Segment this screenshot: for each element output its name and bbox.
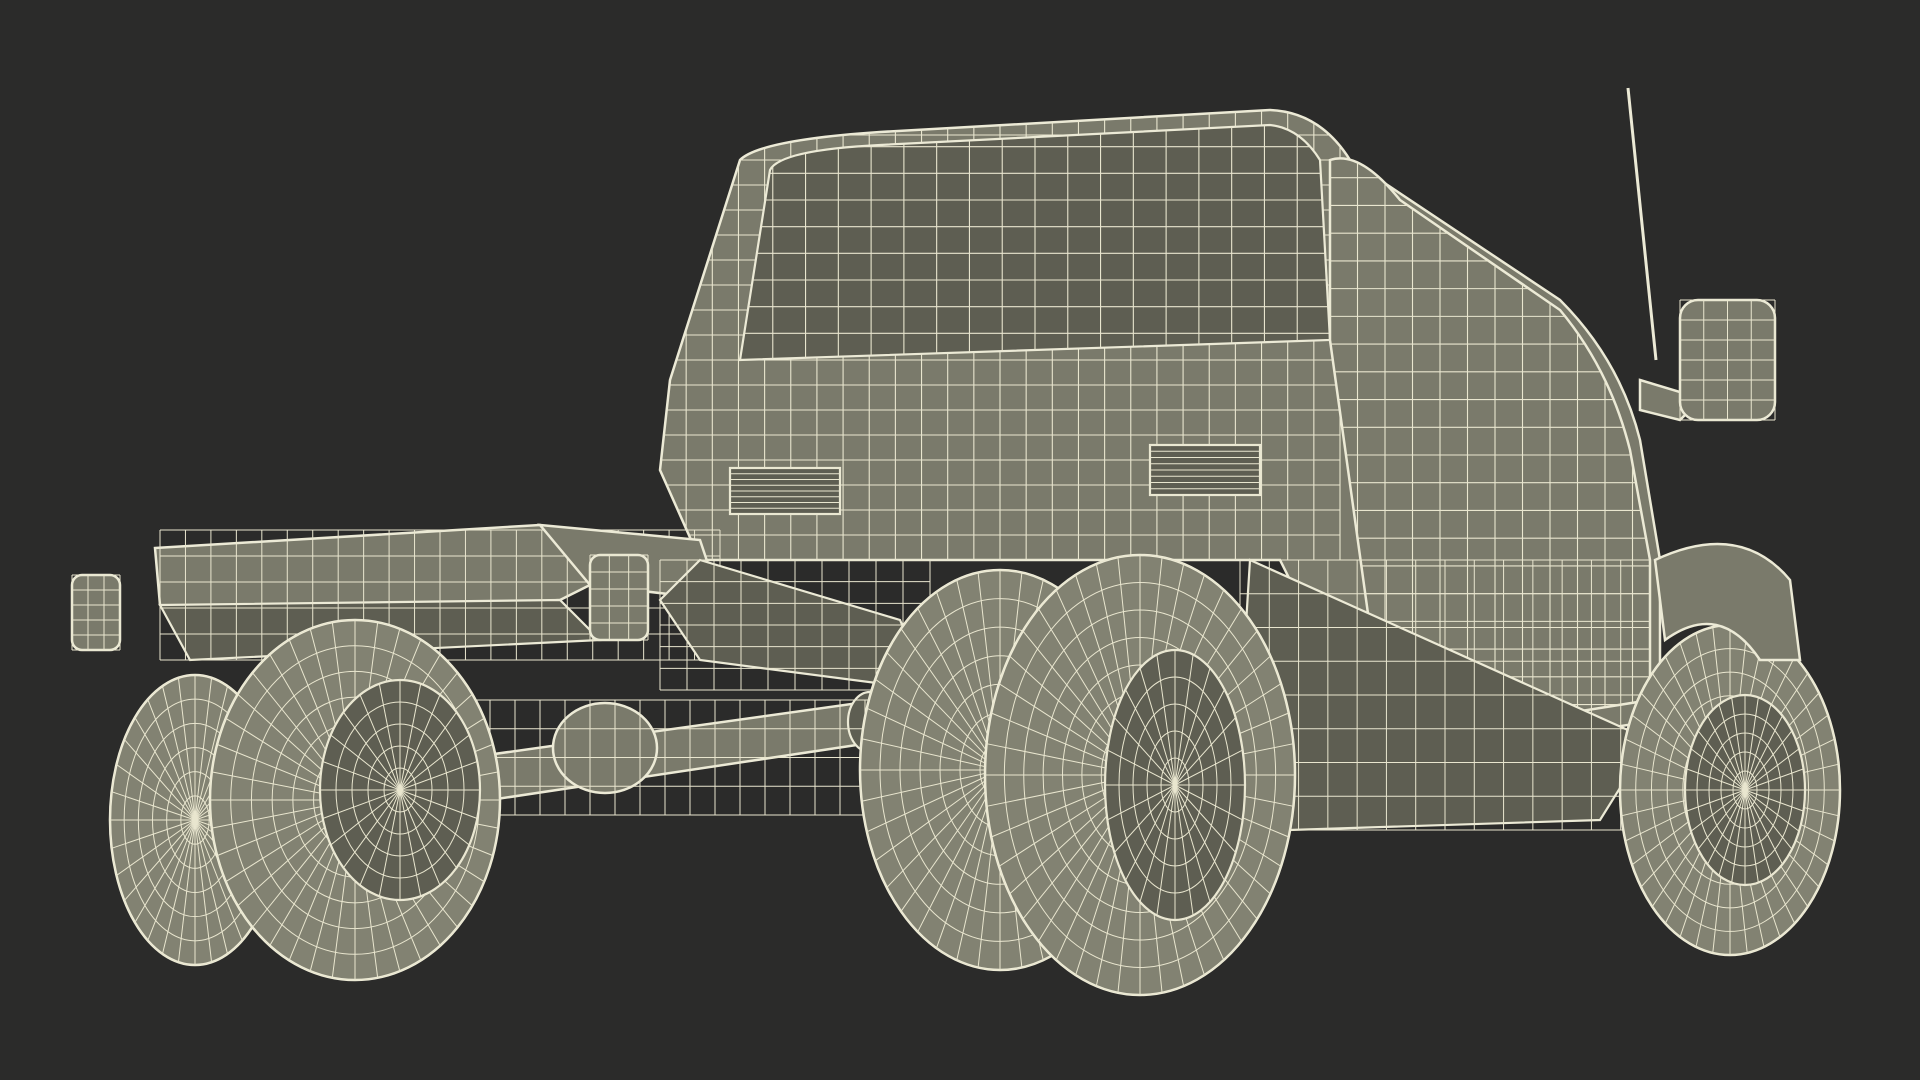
tail-light-right: [588, 553, 650, 642]
cab-vent-right: [1148, 443, 1262, 497]
tail-light-left: [70, 573, 122, 652]
front-tire: [1618, 623, 1842, 957]
viewport: [0, 0, 1920, 1080]
rear-left-inner-tire: [208, 618, 502, 982]
antenna: [1626, 87, 1658, 361]
cab-vent-left: [728, 466, 842, 516]
wireframe-truck-render: [70, 87, 1842, 997]
rear-window: [738, 123, 1332, 362]
rear-right-outer-tire: [983, 553, 1297, 997]
side-mirror: [1638, 298, 1777, 422]
